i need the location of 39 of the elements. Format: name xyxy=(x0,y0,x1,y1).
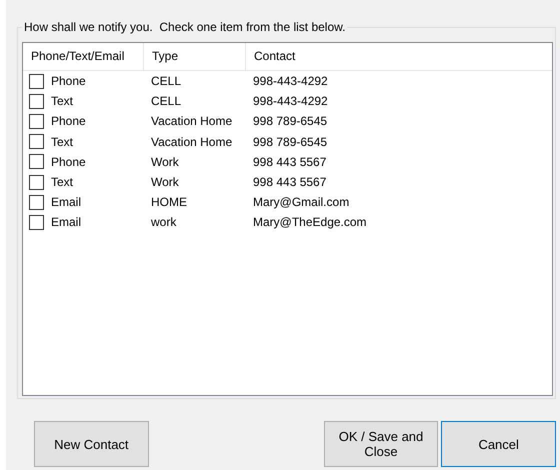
contact-cell: 998-443-4292 xyxy=(253,94,328,108)
contact-cell: Mary@TheEdge.com xyxy=(253,215,367,230)
dialog-button[interactable]: OK / Save and Close xyxy=(324,421,438,467)
type-cell: Vacation Home xyxy=(151,114,232,128)
type-cell: CELL xyxy=(151,74,182,88)
method-text: Phone xyxy=(51,113,86,130)
dialog-button[interactable]: Cancel xyxy=(441,421,556,467)
contact-cell: 998 443 5567 xyxy=(253,154,326,169)
checkbox[interactable] xyxy=(29,174,44,190)
method-text: Text xyxy=(51,93,74,110)
column-header[interactable]: Phone/Text/Email xyxy=(23,43,144,70)
checkbox[interactable] xyxy=(29,134,44,150)
method-text: Phone xyxy=(51,73,86,90)
method-text: Text xyxy=(51,174,74,192)
type-cell: Work xyxy=(151,154,179,169)
contact-cell: Mary@Gmail.com xyxy=(253,195,350,210)
checkbox[interactable] xyxy=(29,154,44,170)
checkbox[interactable] xyxy=(29,74,44,89)
method-text: Text xyxy=(51,134,74,151)
contact-cell: 998-443-4292 xyxy=(253,74,328,88)
column-header[interactable]: Contact xyxy=(246,43,366,70)
method-text: Email xyxy=(51,194,82,212)
checkbox[interactable] xyxy=(29,214,44,230)
type-cell: Work xyxy=(151,175,179,190)
checkbox[interactable] xyxy=(29,94,44,109)
type-cell: CELL xyxy=(151,94,182,108)
checkbox[interactable] xyxy=(29,194,44,210)
type-cell: HOME xyxy=(151,195,187,210)
type-cell: Vacation Home xyxy=(151,134,232,149)
dialog-button[interactable]: New Contact xyxy=(34,421,149,467)
contact-cell: 998 443 5567 xyxy=(253,175,326,190)
column-header[interactable]: Type xyxy=(144,43,246,70)
type-cell: work xyxy=(151,215,176,230)
contact-cell: 998 789-6545 xyxy=(253,134,328,149)
contact-cell: 998 789-6545 xyxy=(253,114,328,128)
checkbox[interactable] xyxy=(29,114,44,129)
method-text: Phone xyxy=(51,154,86,171)
method-text: Email xyxy=(51,214,82,232)
group-title: How shall we notify you. Check one item from the list below. xyxy=(22,20,348,34)
